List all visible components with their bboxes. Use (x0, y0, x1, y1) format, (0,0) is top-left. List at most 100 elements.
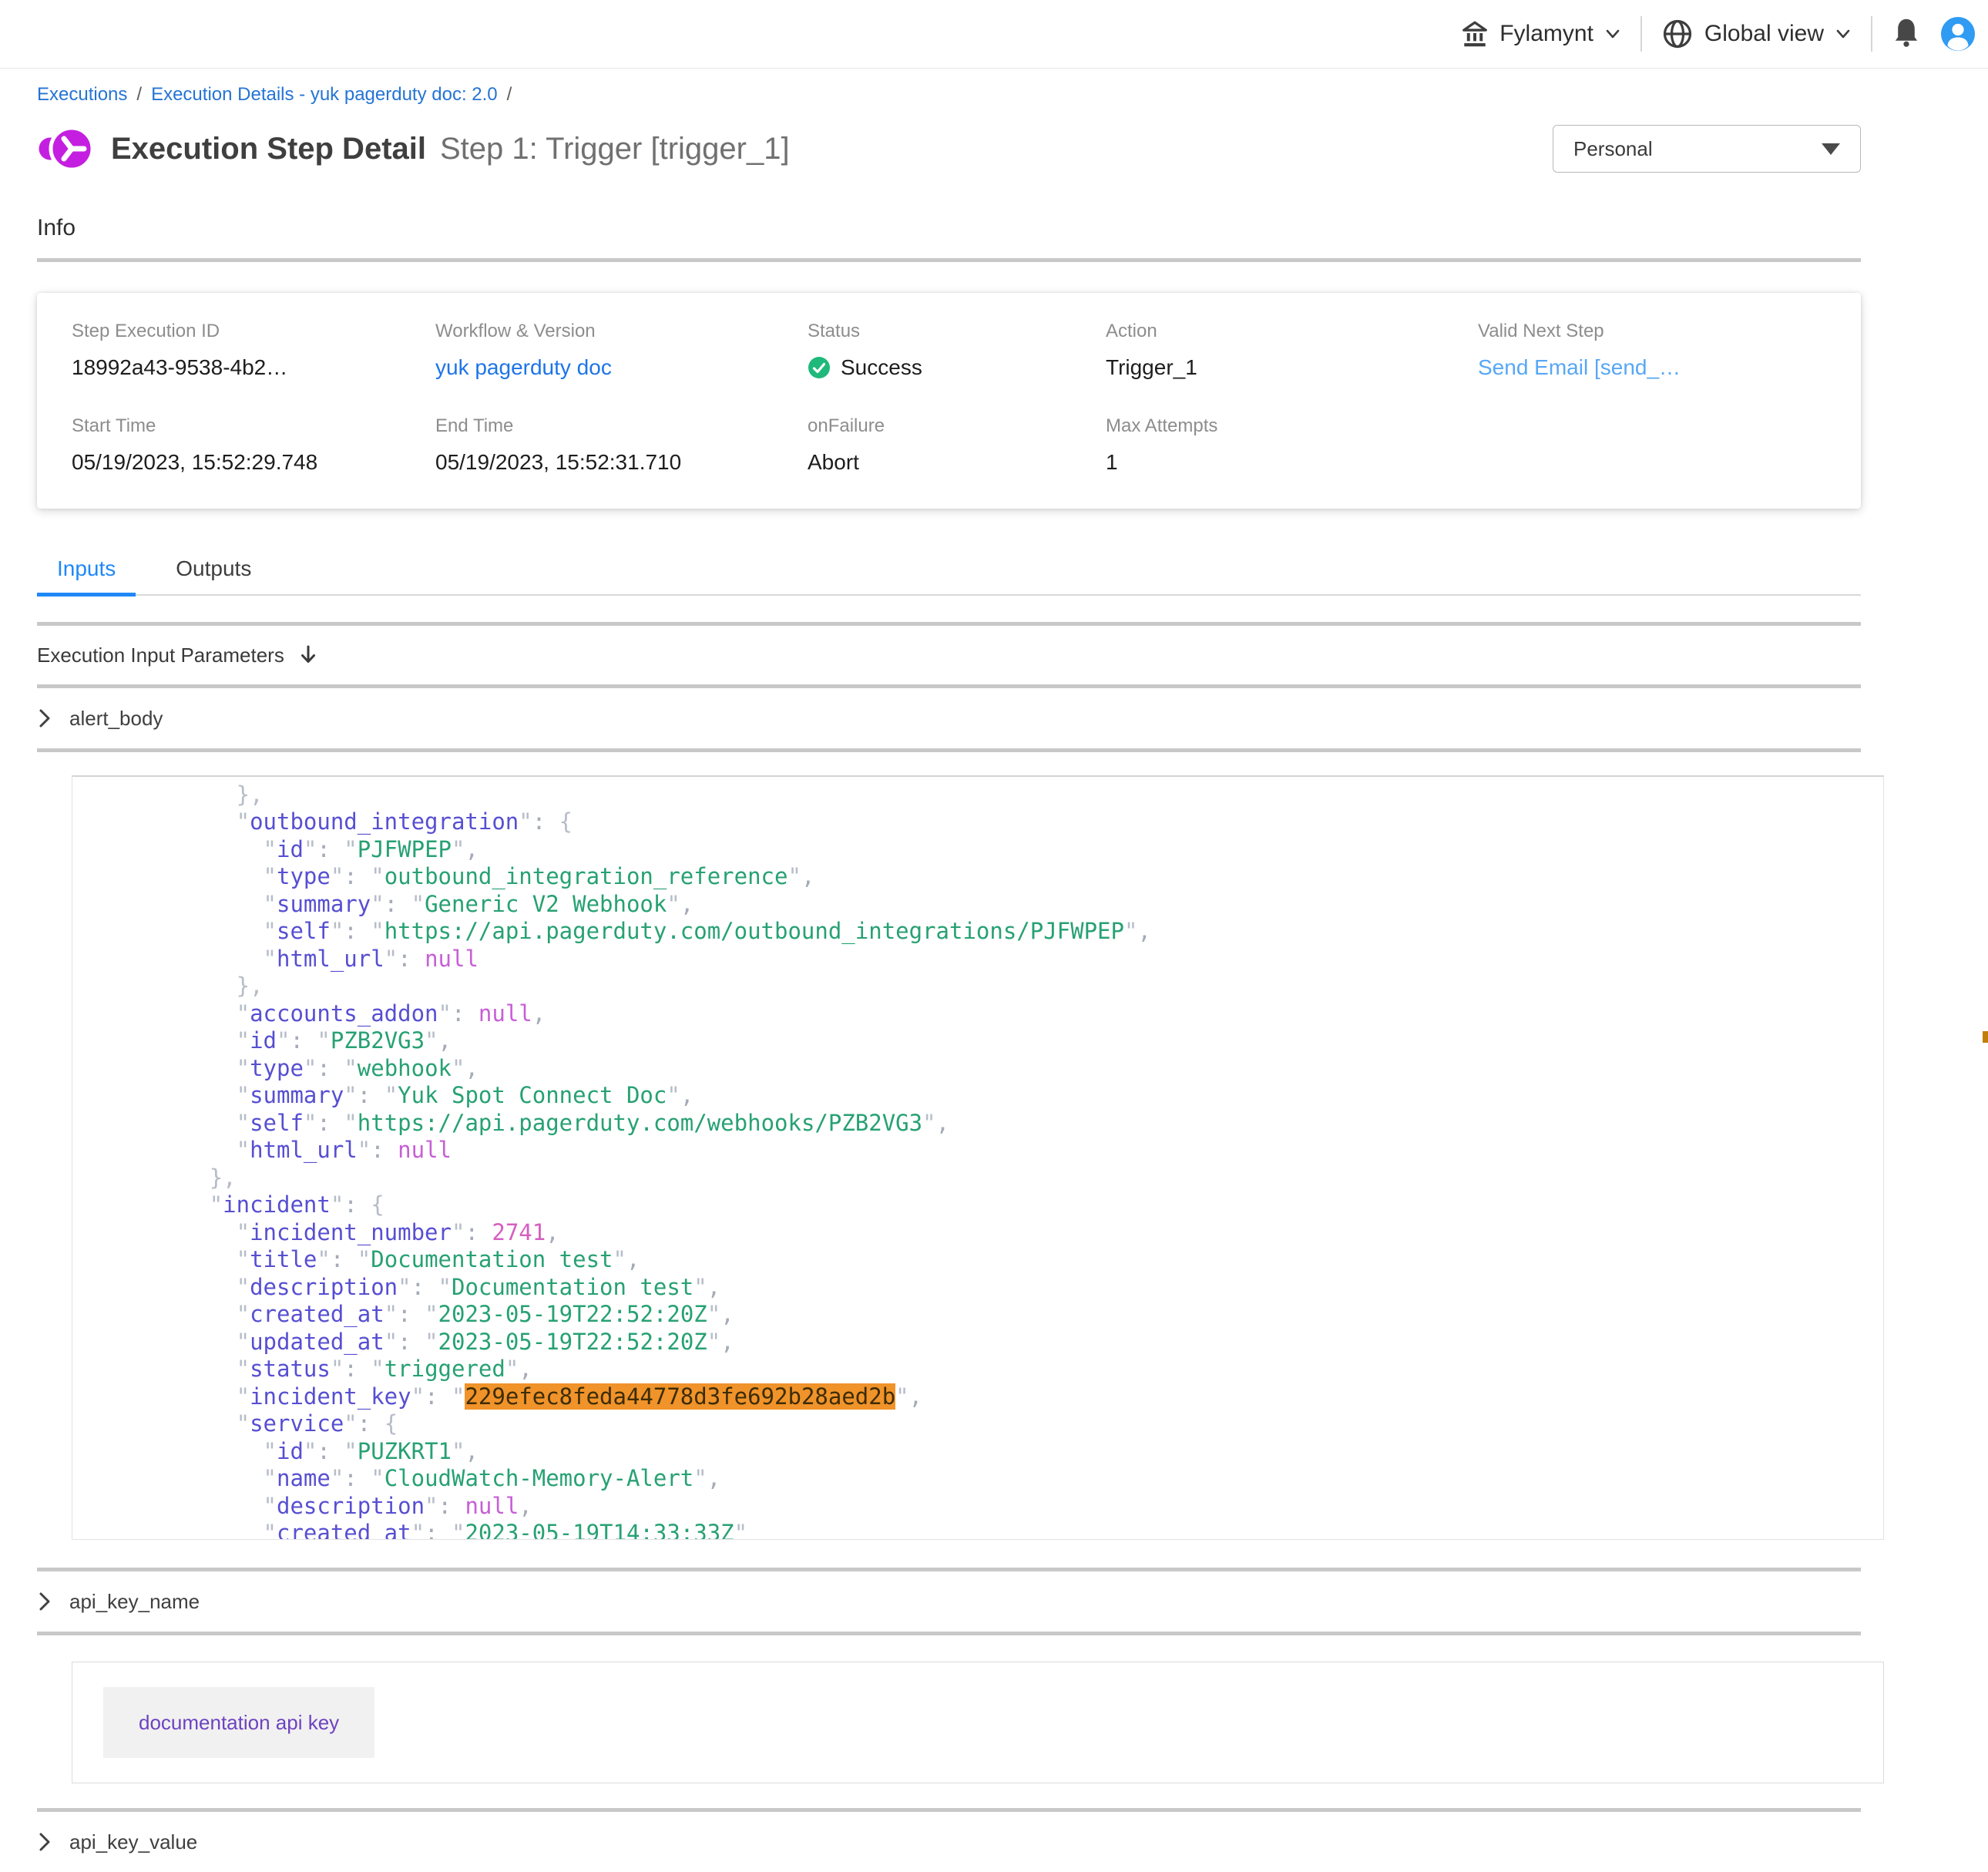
json-code-line: "incident": { (102, 1191, 1883, 1219)
info-field: Max Attempts 1 (1106, 415, 1478, 475)
json-code-line: "id": "PJFWPEP", (102, 836, 1883, 864)
info-field-label: End Time (435, 415, 808, 437)
top-bar: Fylamynt Global view (0, 0, 1988, 69)
json-code-line: "name": "CloudWatch-Memory-Alert", (102, 1465, 1883, 1493)
info-field: End Time 05/19/2023, 15:52:31.710 (435, 415, 808, 475)
select-caret-icon (1822, 143, 1840, 155)
tab-outputs[interactable]: Outputs (156, 556, 271, 594)
api-key-name-chip[interactable]: documentation api key (103, 1687, 374, 1758)
json-code-line: "title": "Documentation test", (102, 1246, 1883, 1274)
chevron-right-icon (37, 707, 52, 729)
info-field-link[interactable]: Send Email [send_… (1478, 355, 1826, 380)
json-code-line: "service": { (102, 1410, 1883, 1438)
user-avatar[interactable] (1940, 16, 1976, 52)
chevron-right-icon (37, 1591, 52, 1612)
page-title: Execution Step Detail (111, 132, 426, 166)
json-code-line: "accounts_addon": null, (102, 1000, 1883, 1028)
param-row-alert-body[interactable]: alert_body (37, 688, 1861, 748)
param-row-label: api_key_value (69, 1830, 197, 1854)
topbar-separator (1871, 16, 1872, 52)
json-code-line: }, (102, 973, 1883, 1000)
json-code-line: "self": "https://api.pagerduty.com/outbo… (102, 918, 1883, 946)
json-code: ooooo oooooooooo ooooooo oooo oooooooooo… (72, 775, 1883, 1540)
info-field-label: Action (1106, 321, 1478, 342)
json-code-line: "self": "https://api.pagerduty.com/webho… (102, 1110, 1883, 1138)
json-code-line: "incident_number": 2741, (102, 1219, 1883, 1247)
param-row-label: alert_body (69, 707, 163, 731)
info-field: Action Trigger_1 (1106, 321, 1478, 380)
info-field: Status Success (808, 321, 1106, 380)
org-menu[interactable]: Fylamynt (1462, 21, 1620, 47)
info-field-label: Valid Next Step (1478, 321, 1826, 342)
bank-icon (1462, 21, 1488, 47)
info-field-label: Max Attempts (1106, 415, 1478, 437)
info-field: onFailure Abort (808, 415, 1106, 475)
info-field-value: 05/19/2023, 15:52:29.748 (72, 450, 435, 475)
json-code-line: "description": null, (102, 1493, 1883, 1521)
alert-body-json-panel[interactable]: ooooo oooooooooo ooooooo oooo oooooooooo… (72, 775, 1884, 1540)
execution-input-parameters-label: Execution Input Parameters (37, 644, 284, 667)
org-menu-label: Fylamynt (1499, 21, 1593, 47)
json-code-line: "updated_at": "2023-05-19T22:52:20Z", (102, 1329, 1883, 1356)
info-field-value: 1 (1106, 450, 1478, 475)
json-code-line: "summary": "Yuk Spot Connect Doc", (102, 1082, 1883, 1110)
section-divider (37, 258, 1861, 262)
info-field-value: 05/19/2023, 15:52:31.710 (435, 450, 808, 475)
chevron-right-icon (37, 1831, 52, 1853)
breadcrumb-separator: / (136, 84, 142, 106)
param-row-api-key-value[interactable]: api_key_value (37, 1812, 1861, 1872)
info-grid: Step Execution ID 18992a43-9538-4b2…Workf… (72, 321, 1826, 475)
info-card: Step Execution ID 18992a43-9538-4b2…Workf… (37, 293, 1861, 509)
scope-select[interactable]: Personal (1553, 125, 1861, 173)
json-code-line: "html_url": null (102, 1137, 1883, 1165)
info-field-label: Step Execution ID (72, 321, 435, 342)
chevron-down-icon (1605, 29, 1620, 39)
json-code-line: "id": "PUZKRT1", (102, 1438, 1883, 1466)
topbar-separator (1640, 16, 1642, 52)
status-text: Success (841, 355, 922, 380)
arrow-down-icon[interactable] (298, 644, 318, 666)
json-code-line: "status": "triggered", (102, 1356, 1883, 1383)
json-code-line: "type": "outbound_integration_reference"… (102, 863, 1883, 891)
breadcrumb-separator: / (507, 84, 512, 106)
param-row-api-key-name[interactable]: api_key_name (37, 1571, 1861, 1632)
json-code-line: "created_at": "2023-05-19T14:33:33Z" (102, 1520, 1883, 1540)
info-field-value: Abort (808, 450, 1106, 475)
chevron-down-icon (1835, 29, 1851, 39)
json-code-line: "description": "Documentation test", (102, 1274, 1883, 1302)
param-row-label: api_key_name (69, 1590, 200, 1614)
info-field-value: Success (808, 355, 1106, 380)
view-menu[interactable]: Global view (1662, 18, 1851, 49)
info-field-label: Start Time (72, 415, 435, 437)
api-key-name-panel: documentation api key (72, 1662, 1884, 1783)
globe-icon (1662, 18, 1693, 49)
tab-inputs[interactable]: Inputs (37, 556, 136, 594)
view-menu-label: Global view (1704, 21, 1824, 47)
info-field-value: Trigger_1 (1106, 355, 1478, 380)
info-field-label: onFailure (808, 415, 1106, 437)
info-field-label: Status (808, 321, 1106, 342)
json-code-line: "html_url": null (102, 946, 1883, 973)
json-code-line: "summary": "Generic V2 Webhook", (102, 891, 1883, 919)
success-check-icon (808, 356, 831, 379)
notifications-button[interactable] (1892, 16, 1920, 52)
json-code-line: "incident_key": "229efec8feda44778d3fe69… (102, 1383, 1883, 1411)
breadcrumb-link[interactable]: Executions (37, 84, 127, 106)
section-divider (37, 748, 1861, 752)
info-field-value: 18992a43-9538-4b2… (72, 355, 435, 380)
breadcrumb-link[interactable]: Execution Details - yuk pagerduty doc: 2… (151, 84, 498, 106)
execution-input-parameters-header: Execution Input Parameters (37, 626, 1861, 684)
json-code-line: "type": "webhook", (102, 1055, 1883, 1083)
json-code-line: "id": "PZB2VG3", (102, 1027, 1883, 1055)
breadcrumb: Executions / Execution Details - yuk pager… (37, 84, 1861, 106)
tabs: Inputs Outputs (37, 556, 1861, 596)
info-heading: Info (37, 215, 1861, 241)
info-field-link[interactable]: yuk pagerduty doc (435, 355, 808, 380)
json-code-line: ooooo oooooooooo ooooooo oooo oooooooooo… (102, 775, 1883, 781)
json-code-line: "created_at": "2023-05-19T22:52:20Z", (102, 1301, 1883, 1329)
info-field-label: Workflow & Version (435, 321, 808, 342)
json-code-line: "outbound_integration": { (102, 808, 1883, 836)
page-subtitle: Step 1: Trigger [trigger_1] (440, 132, 790, 166)
trigger-step-icon (37, 124, 94, 173)
info-field: Workflow & Version yuk pagerduty doc (435, 321, 808, 380)
